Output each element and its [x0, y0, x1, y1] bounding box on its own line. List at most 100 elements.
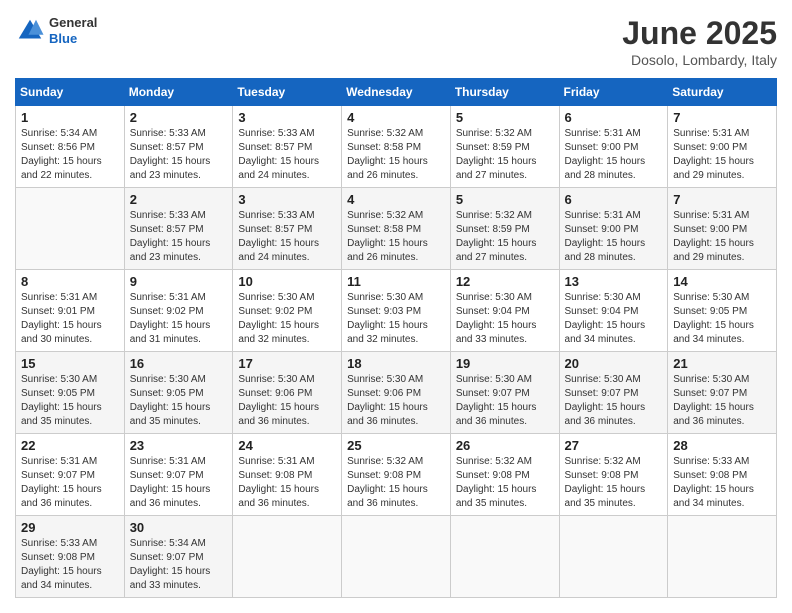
- calendar-title: June 2025: [622, 15, 777, 52]
- day-number: 2: [130, 110, 228, 125]
- table-row: 16 Sunrise: 5:30 AM Sunset: 9:05 PM Dayl…: [124, 352, 233, 434]
- col-sunday: Sunday: [16, 79, 125, 106]
- day-info: Sunrise: 5:31 AM Sunset: 9:00 PM Dayligh…: [565, 209, 663, 265]
- page-header: General Blue June 2025 Dosolo, Lombardy,…: [15, 15, 777, 68]
- table-row: 7 Sunrise: 5:31 AM Sunset: 9:00 PM Dayli…: [668, 188, 777, 270]
- day-number: 5: [456, 110, 554, 125]
- day-info: Sunrise: 5:30 AM Sunset: 9:05 PM Dayligh…: [673, 291, 771, 347]
- day-info: Sunrise: 5:33 AM Sunset: 8:57 PM Dayligh…: [238, 127, 336, 183]
- title-area: June 2025 Dosolo, Lombardy, Italy: [622, 15, 777, 68]
- day-info: Sunrise: 5:33 AM Sunset: 8:57 PM Dayligh…: [130, 209, 228, 265]
- table-row: 26 Sunrise: 5:32 AM Sunset: 9:08 PM Dayl…: [450, 434, 559, 516]
- day-number: 4: [347, 192, 445, 207]
- table-row: 11 Sunrise: 5:30 AM Sunset: 9:03 PM Dayl…: [342, 270, 451, 352]
- day-info: Sunrise: 5:30 AM Sunset: 9:06 PM Dayligh…: [238, 373, 336, 429]
- table-row: 24 Sunrise: 5:31 AM Sunset: 9:08 PM Dayl…: [233, 434, 342, 516]
- table-row: 30 Sunrise: 5:34 AM Sunset: 9:07 PM Dayl…: [124, 516, 233, 598]
- table-row: [450, 516, 559, 598]
- logo: General Blue: [15, 15, 97, 46]
- col-thursday: Thursday: [450, 79, 559, 106]
- day-info: Sunrise: 5:30 AM Sunset: 9:05 PM Dayligh…: [21, 373, 119, 429]
- day-number: 20: [565, 356, 663, 371]
- day-info: Sunrise: 5:32 AM Sunset: 8:59 PM Dayligh…: [456, 127, 554, 183]
- table-row: 2 Sunrise: 5:33 AM Sunset: 8:57 PM Dayli…: [124, 106, 233, 188]
- day-info: Sunrise: 5:31 AM Sunset: 9:01 PM Dayligh…: [21, 291, 119, 347]
- col-monday: Monday: [124, 79, 233, 106]
- day-info: Sunrise: 5:31 AM Sunset: 9:00 PM Dayligh…: [673, 209, 771, 265]
- logo-text: General Blue: [49, 15, 97, 46]
- day-info: Sunrise: 5:30 AM Sunset: 9:07 PM Dayligh…: [673, 373, 771, 429]
- day-number: 21: [673, 356, 771, 371]
- header-row: Sunday Monday Tuesday Wednesday Thursday…: [16, 79, 777, 106]
- table-row: 20 Sunrise: 5:30 AM Sunset: 9:07 PM Dayl…: [559, 352, 668, 434]
- day-number: 10: [238, 274, 336, 289]
- table-row: 5 Sunrise: 5:32 AM Sunset: 8:59 PM Dayli…: [450, 106, 559, 188]
- day-info: Sunrise: 5:33 AM Sunset: 9:08 PM Dayligh…: [673, 455, 771, 511]
- day-info: Sunrise: 5:31 AM Sunset: 9:07 PM Dayligh…: [130, 455, 228, 511]
- day-number: 27: [565, 438, 663, 453]
- table-row: 5 Sunrise: 5:32 AM Sunset: 8:59 PM Dayli…: [450, 188, 559, 270]
- table-row: 4 Sunrise: 5:32 AM Sunset: 8:58 PM Dayli…: [342, 106, 451, 188]
- day-number: 7: [673, 110, 771, 125]
- day-info: Sunrise: 5:30 AM Sunset: 9:03 PM Dayligh…: [347, 291, 445, 347]
- day-info: Sunrise: 5:30 AM Sunset: 9:07 PM Dayligh…: [565, 373, 663, 429]
- table-row: 14 Sunrise: 5:30 AM Sunset: 9:05 PM Dayl…: [668, 270, 777, 352]
- day-info: Sunrise: 5:30 AM Sunset: 9:04 PM Dayligh…: [565, 291, 663, 347]
- day-info: Sunrise: 5:32 AM Sunset: 8:59 PM Dayligh…: [456, 209, 554, 265]
- table-row: 15 Sunrise: 5:30 AM Sunset: 9:05 PM Dayl…: [16, 352, 125, 434]
- day-number: 6: [565, 110, 663, 125]
- day-info: Sunrise: 5:33 AM Sunset: 9:08 PM Dayligh…: [21, 537, 119, 593]
- calendar-table: Sunday Monday Tuesday Wednesday Thursday…: [15, 78, 777, 598]
- day-info: Sunrise: 5:30 AM Sunset: 9:07 PM Dayligh…: [456, 373, 554, 429]
- table-row: [233, 516, 342, 598]
- day-number: 6: [565, 192, 663, 207]
- logo-general: General: [49, 15, 97, 31]
- logo-blue: Blue: [49, 31, 97, 47]
- day-info: Sunrise: 5:30 AM Sunset: 9:06 PM Dayligh…: [347, 373, 445, 429]
- table-row: 23 Sunrise: 5:31 AM Sunset: 9:07 PM Dayl…: [124, 434, 233, 516]
- day-number: 1: [21, 110, 119, 125]
- day-info: Sunrise: 5:33 AM Sunset: 8:57 PM Dayligh…: [130, 127, 228, 183]
- table-row: 27 Sunrise: 5:32 AM Sunset: 9:08 PM Dayl…: [559, 434, 668, 516]
- table-row: 28 Sunrise: 5:33 AM Sunset: 9:08 PM Dayl…: [668, 434, 777, 516]
- table-row: 25 Sunrise: 5:32 AM Sunset: 9:08 PM Dayl…: [342, 434, 451, 516]
- table-row: [342, 516, 451, 598]
- table-row: 21 Sunrise: 5:30 AM Sunset: 9:07 PM Dayl…: [668, 352, 777, 434]
- day-number: 17: [238, 356, 336, 371]
- day-number: 15: [21, 356, 119, 371]
- day-number: 14: [673, 274, 771, 289]
- table-row: [668, 516, 777, 598]
- col-friday: Friday: [559, 79, 668, 106]
- day-info: Sunrise: 5:32 AM Sunset: 9:08 PM Dayligh…: [565, 455, 663, 511]
- table-row: 3 Sunrise: 5:33 AM Sunset: 8:57 PM Dayli…: [233, 106, 342, 188]
- day-number: 19: [456, 356, 554, 371]
- day-number: 24: [238, 438, 336, 453]
- logo-icon: [15, 16, 45, 46]
- day-number: 30: [130, 520, 228, 535]
- table-row: 9 Sunrise: 5:31 AM Sunset: 9:02 PM Dayli…: [124, 270, 233, 352]
- day-number: 29: [21, 520, 119, 535]
- table-row: 6 Sunrise: 5:31 AM Sunset: 9:00 PM Dayli…: [559, 106, 668, 188]
- day-number: 23: [130, 438, 228, 453]
- table-row: 17 Sunrise: 5:30 AM Sunset: 9:06 PM Dayl…: [233, 352, 342, 434]
- day-number: 9: [130, 274, 228, 289]
- day-number: 3: [238, 192, 336, 207]
- day-info: Sunrise: 5:30 AM Sunset: 9:05 PM Dayligh…: [130, 373, 228, 429]
- day-info: Sunrise: 5:30 AM Sunset: 9:04 PM Dayligh…: [456, 291, 554, 347]
- day-number: 4: [347, 110, 445, 125]
- table-row: 18 Sunrise: 5:30 AM Sunset: 9:06 PM Dayl…: [342, 352, 451, 434]
- day-info: Sunrise: 5:31 AM Sunset: 9:08 PM Dayligh…: [238, 455, 336, 511]
- table-row: [559, 516, 668, 598]
- calendar-subtitle: Dosolo, Lombardy, Italy: [622, 52, 777, 68]
- day-info: Sunrise: 5:33 AM Sunset: 8:57 PM Dayligh…: [238, 209, 336, 265]
- day-info: Sunrise: 5:31 AM Sunset: 9:07 PM Dayligh…: [21, 455, 119, 511]
- day-number: 13: [565, 274, 663, 289]
- table-row: [16, 188, 125, 270]
- day-number: 16: [130, 356, 228, 371]
- day-info: Sunrise: 5:32 AM Sunset: 9:08 PM Dayligh…: [456, 455, 554, 511]
- day-info: Sunrise: 5:32 AM Sunset: 8:58 PM Dayligh…: [347, 127, 445, 183]
- table-row: 3 Sunrise: 5:33 AM Sunset: 8:57 PM Dayli…: [233, 188, 342, 270]
- table-row: 1 Sunrise: 5:34 AM Sunset: 8:56 PM Dayli…: [16, 106, 125, 188]
- day-info: Sunrise: 5:30 AM Sunset: 9:02 PM Dayligh…: [238, 291, 336, 347]
- table-row: 13 Sunrise: 5:30 AM Sunset: 9:04 PM Dayl…: [559, 270, 668, 352]
